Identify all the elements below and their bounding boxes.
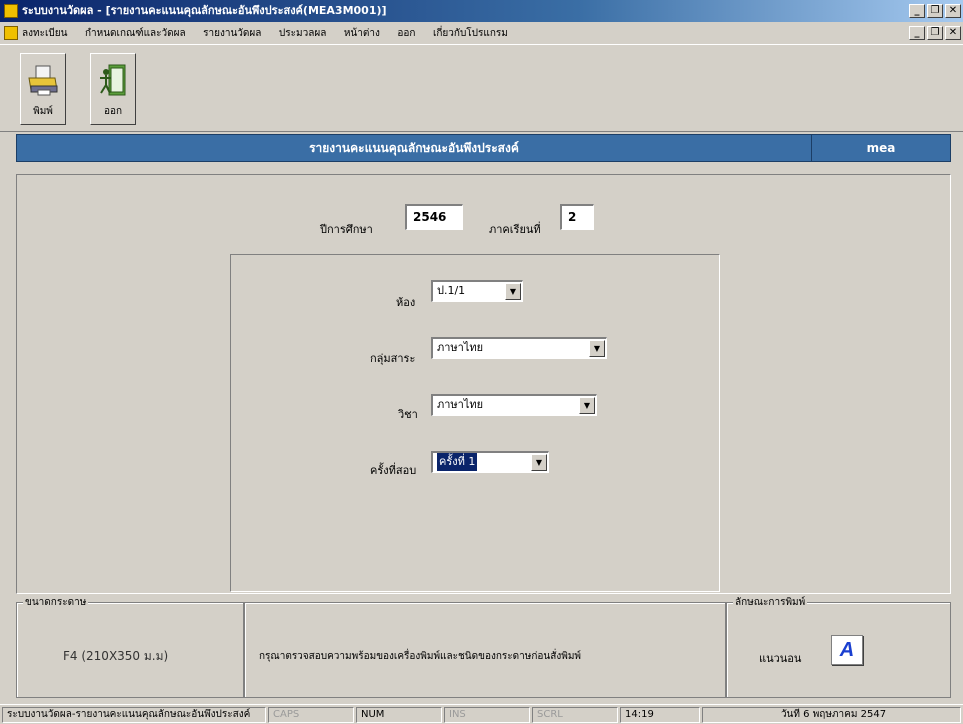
printer-notice-text: กรุณาตรวจสอบความพร้อมของเครื่องพิมพ์และช…: [259, 651, 581, 662]
user-name: mea: [866, 141, 896, 155]
maximize-button[interactable]: ❐: [927, 4, 943, 18]
menu-bar: ลงทะเบียน กำหนดเกณฑ์และวัดผล รายงานวัดผล…: [0, 22, 963, 44]
subject-label: วิชา: [398, 408, 418, 421]
term-field[interactable]: 2: [560, 204, 594, 230]
toolbar: พิมพ์ ออก: [0, 44, 963, 132]
paper-size-group: ขนาดกระดาษ F4 (210X350 ม.ม): [16, 595, 244, 698]
exit-door-icon: [100, 64, 126, 96]
chevron-down-icon[interactable]: ▼: [505, 283, 521, 300]
report-header: รายงานคะแนนคุณลักษณะอันพึงประสงค์ mea: [16, 134, 951, 162]
status-num: NUM: [356, 707, 442, 723]
orientation-icon-letter: A: [839, 639, 855, 661]
room-value: ป.1/1: [437, 284, 466, 297]
year-label: ปีการศึกษา: [320, 223, 373, 236]
chevron-down-icon[interactable]: ▼: [589, 340, 605, 357]
exam-round-label: ครั้งที่สอบ: [370, 464, 417, 477]
status-time: 14:19: [620, 707, 700, 723]
room-label: ห้อง: [396, 296, 416, 309]
orientation-value: แนวนอน: [759, 652, 802, 665]
status-scrl: SCRL: [532, 707, 618, 723]
menu-item-exit[interactable]: ออก: [397, 23, 415, 45]
exam-round-select[interactable]: ครั้งที่ 1 ▼: [431, 451, 549, 473]
menu-item-criteria[interactable]: กำหนดเกณฑ์และวัดผล: [85, 23, 186, 45]
chevron-down-icon[interactable]: ▼: [579, 397, 595, 414]
print-label: พิมพ์: [33, 106, 53, 117]
child-minimize-button[interactable]: _: [909, 26, 925, 40]
printer-notice-group: กรุณาตรวจสอบความพร้อมของเครื่องพิมพ์และช…: [244, 602, 726, 698]
subject-select[interactable]: ภาษาไทย ▼: [431, 394, 597, 416]
mdi-child-icon[interactable]: [4, 26, 18, 40]
room-select[interactable]: ป.1/1 ▼: [431, 280, 523, 302]
exam-round-value: ครั้งที่ 1: [437, 453, 478, 471]
orientation-legend: ลักษณะการพิมพ์: [733, 595, 808, 610]
menu-item-window[interactable]: หน้าต่าง: [344, 23, 380, 45]
title-bar: ระบบงานวัดผล - [รายงานคะแนนคุณลักษณะอันพ…: [0, 0, 963, 22]
minimize-button[interactable]: _: [909, 4, 925, 18]
year-field[interactable]: 2546: [405, 204, 463, 230]
subject-group-value: ภาษาไทย: [437, 341, 484, 354]
subject-value: ภาษาไทย: [437, 398, 484, 411]
term-label: ภาคเรียนที่: [489, 223, 541, 236]
menu-item-reports[interactable]: รายงานวัดผล: [203, 23, 261, 45]
status-date: วันที่ 6 พฤษภาคม 2547: [702, 707, 961, 723]
status-ins: INS: [444, 707, 530, 723]
report-title: รายงานคะแนนคุณลักษณะอันพึงประสงค์: [17, 135, 812, 161]
child-restore-button[interactable]: ❐: [927, 26, 943, 40]
app-icon: [4, 4, 18, 18]
print-button[interactable]: พิมพ์: [20, 53, 66, 125]
subject-group-select[interactable]: ภาษาไทย ▼: [431, 337, 607, 359]
status-caps: CAPS: [268, 707, 354, 723]
menu-item-about[interactable]: เกี่ยวกับโปรแกรม: [433, 23, 508, 45]
paper-size-legend: ขนาดกระดาษ: [23, 595, 89, 610]
landscape-icon: A: [831, 635, 863, 665]
exit-label: ออก: [103, 106, 123, 117]
chevron-down-icon[interactable]: ▼: [531, 454, 547, 471]
orientation-group: ลักษณะการพิมพ์ แนวนอน A: [726, 595, 951, 698]
window-title: ระบบงานวัดผล - [รายงานคะแนนคุณลักษณะอันพ…: [22, 4, 387, 17]
status-module: ระบบงานวัดผล-รายงานคะแนนคุณลักษณะอันพึงป…: [2, 707, 266, 723]
subject-group-label: กลุ่มสาระ: [370, 352, 416, 365]
menu-item-register[interactable]: ลงทะเบียน: [22, 23, 67, 45]
child-close-button[interactable]: ✕: [945, 26, 961, 40]
menu-item-process[interactable]: ประมวลผล: [279, 23, 326, 45]
status-bar: ระบบงานวัดผล-รายงานคะแนนคุณลักษณะอันพึงป…: [0, 704, 963, 724]
paper-size-value: F4 (210X350 ม.ม): [63, 649, 169, 663]
printer-icon: [28, 65, 58, 96]
selection-panel: [230, 254, 720, 592]
close-button[interactable]: ✕: [945, 4, 961, 18]
exit-button[interactable]: ออก: [90, 53, 136, 125]
